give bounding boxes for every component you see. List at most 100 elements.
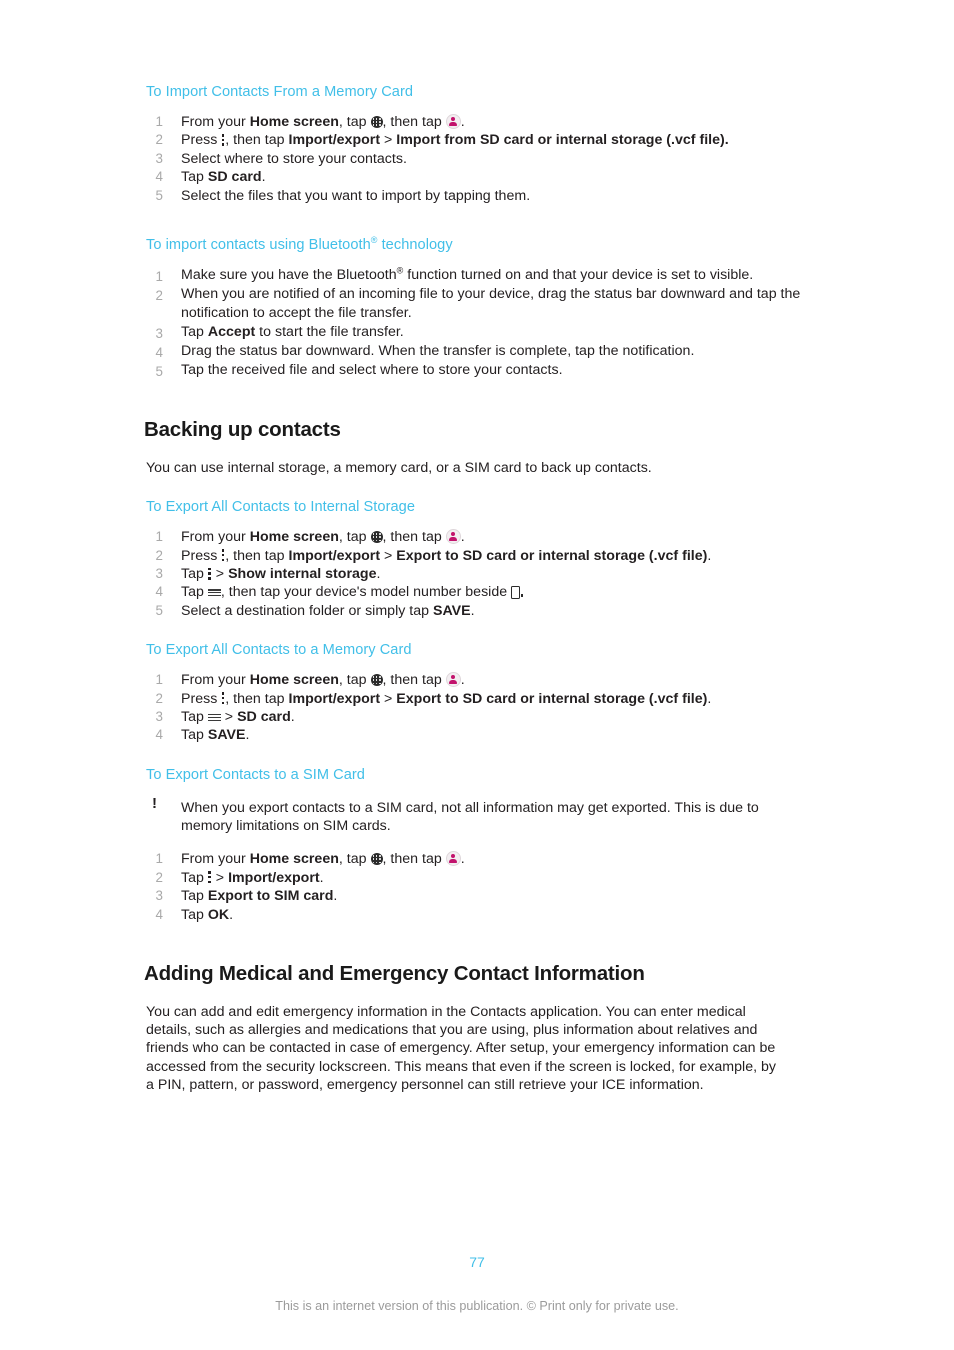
step-text-pre: Tap: [181, 169, 208, 186]
step-emphasis: Accept: [207, 324, 256, 341]
step-emphasis: Show internal storage: [228, 566, 377, 583]
step-text-mid: , tap: [338, 529, 371, 546]
step-emphasis: Home screen: [249, 529, 339, 546]
step-text-post: .: [376, 566, 381, 583]
list-item: Press , then tap Import/export > Export …: [146, 547, 806, 566]
list-item: Tap OK.: [146, 906, 806, 925]
app-drawer-icon: [370, 853, 383, 866]
step-text-pre: Tap: [181, 888, 208, 905]
steps-export-internal: From your Home screen, tap , then tap . …: [146, 528, 806, 620]
list-item: From your Home screen, tap , then tap .: [146, 850, 806, 869]
step-text-pre: Tap: [181, 709, 208, 726]
step-emphasis-1: Import/export: [288, 547, 381, 564]
step-text-post: .: [261, 169, 266, 186]
step-emphasis: Home screen: [249, 851, 339, 868]
section-heading-import-bluetooth: To import contacts using Bluetooth® tech…: [146, 235, 806, 255]
list-item: Make sure you have the Bluetooth® functi…: [146, 266, 806, 286]
list-item: From your Home screen, tap , then tap .: [146, 671, 806, 690]
overflow-menu-icon: [221, 133, 225, 146]
step-text-mid: , then tap: [225, 690, 289, 707]
step-text-post: .: [290, 709, 295, 726]
step-text-post: .: [333, 888, 338, 905]
step-text-mid: , tap: [338, 672, 371, 689]
step-text-mid2: , then tap: [382, 672, 446, 689]
body-text-medical: You can add and edit emergency informati…: [146, 1003, 777, 1093]
page-title-backing-up: Backing up contacts: [144, 418, 341, 442]
section-heading-export-sim: To Export Contacts to a SIM Card: [146, 766, 365, 783]
step-text-post: .: [319, 869, 324, 886]
step-emphasis-2: Export to SD card or internal storage (.…: [396, 547, 708, 564]
step-text-pre: Tap: [181, 906, 208, 923]
exclamation-icon: !: [152, 794, 157, 812]
step-text-pre: Tap: [181, 727, 208, 744]
contacts-icon: [445, 851, 461, 867]
list-item: Tap > SD card.: [146, 708, 806, 727]
step-text-post: .: [707, 547, 712, 564]
list-item: Select a destination folder or simply ta…: [146, 602, 806, 621]
step-text-pre: From your: [181, 114, 250, 130]
step-emphasis: Import/export: [228, 869, 320, 886]
step-separator: >: [211, 566, 229, 583]
step-separator: >: [380, 547, 397, 564]
step-separator: >: [380, 690, 397, 707]
device-icon: [511, 586, 523, 600]
app-drawer-icon: [370, 531, 383, 544]
step-text-post: .: [229, 906, 234, 923]
step-text-post: .: [520, 584, 525, 601]
step-emphasis: SD card: [207, 169, 262, 186]
section-heading-import-memory-card: To Import Contacts From a Memory Card: [146, 84, 414, 100]
heading-text-pre: To import contacts using Bluetooth: [146, 237, 371, 254]
step-text-pre: Tap: [181, 584, 208, 601]
list-item: Tap , then tap your device's model numbe…: [146, 583, 806, 602]
steps-import-memory-card: From your Home screen, tap , then tap . …: [146, 113, 806, 205]
step-emphasis: SD card: [237, 709, 291, 726]
footer-copyright-note: This is an internet version of this publ…: [275, 1299, 679, 1313]
list-item: Select where to store your contacts.: [146, 150, 407, 169]
contacts-icon: [445, 529, 461, 545]
step-text-mid: , then tap: [225, 547, 289, 564]
step-text-mid2: , then tap: [382, 851, 446, 868]
list-item: Tap SAVE.: [146, 726, 806, 745]
step-text-mid: , tap: [338, 851, 371, 868]
step-emphasis-2: Import from SD card or internal storage …: [396, 132, 725, 149]
step-text-post: .: [460, 672, 465, 689]
step-text-pre: Tap: [181, 566, 208, 583]
step-text-pre: Select a destination folder or simply ta…: [181, 602, 433, 619]
list-item: When you are notified of an incoming fil…: [146, 286, 801, 322]
overflow-menu-icon: [221, 549, 225, 562]
step-text-pre: From your: [181, 529, 250, 546]
steps-import-bluetooth: Make sure you have the Bluetooth® functi…: [146, 266, 806, 381]
list-item: Tap Accept to start the file transfer.: [146, 323, 806, 343]
step-text-post: .: [460, 529, 465, 546]
app-drawer-icon: [370, 116, 383, 128]
step-text-post: .: [245, 727, 250, 744]
warning-note: ! When you export contacts to a SIM card…: [146, 795, 806, 835]
step-text-pre: Make sure you have the Bluetooth: [181, 267, 397, 284]
step-text-mid2: , then tap: [382, 114, 446, 130]
intro-text-backing-up: You can use internal storage, a memory c…: [146, 460, 652, 477]
page-number: 77: [469, 1254, 485, 1270]
step-emphasis: OK: [207, 906, 230, 923]
steps-export-memory-card: From your Home screen, tap , then tap . …: [146, 671, 806, 745]
list-item: Press , then tap Import/export > Import …: [146, 131, 806, 150]
step-emphasis-1: Import/export: [288, 132, 381, 149]
step-emphasis: SAVE: [433, 602, 471, 619]
list-item: Tap SD card.: [146, 168, 806, 187]
contacts-icon: [445, 114, 461, 129]
step-text-post: .: [470, 602, 475, 619]
heading-text-post: technology: [377, 237, 453, 254]
step-text-post: .: [460, 851, 465, 868]
step-text-post: .: [707, 690, 712, 707]
section-heading-export-memory-card: To Export All Contacts to a Memory Card: [146, 642, 412, 659]
step-emphasis: Home screen: [249, 672, 339, 689]
